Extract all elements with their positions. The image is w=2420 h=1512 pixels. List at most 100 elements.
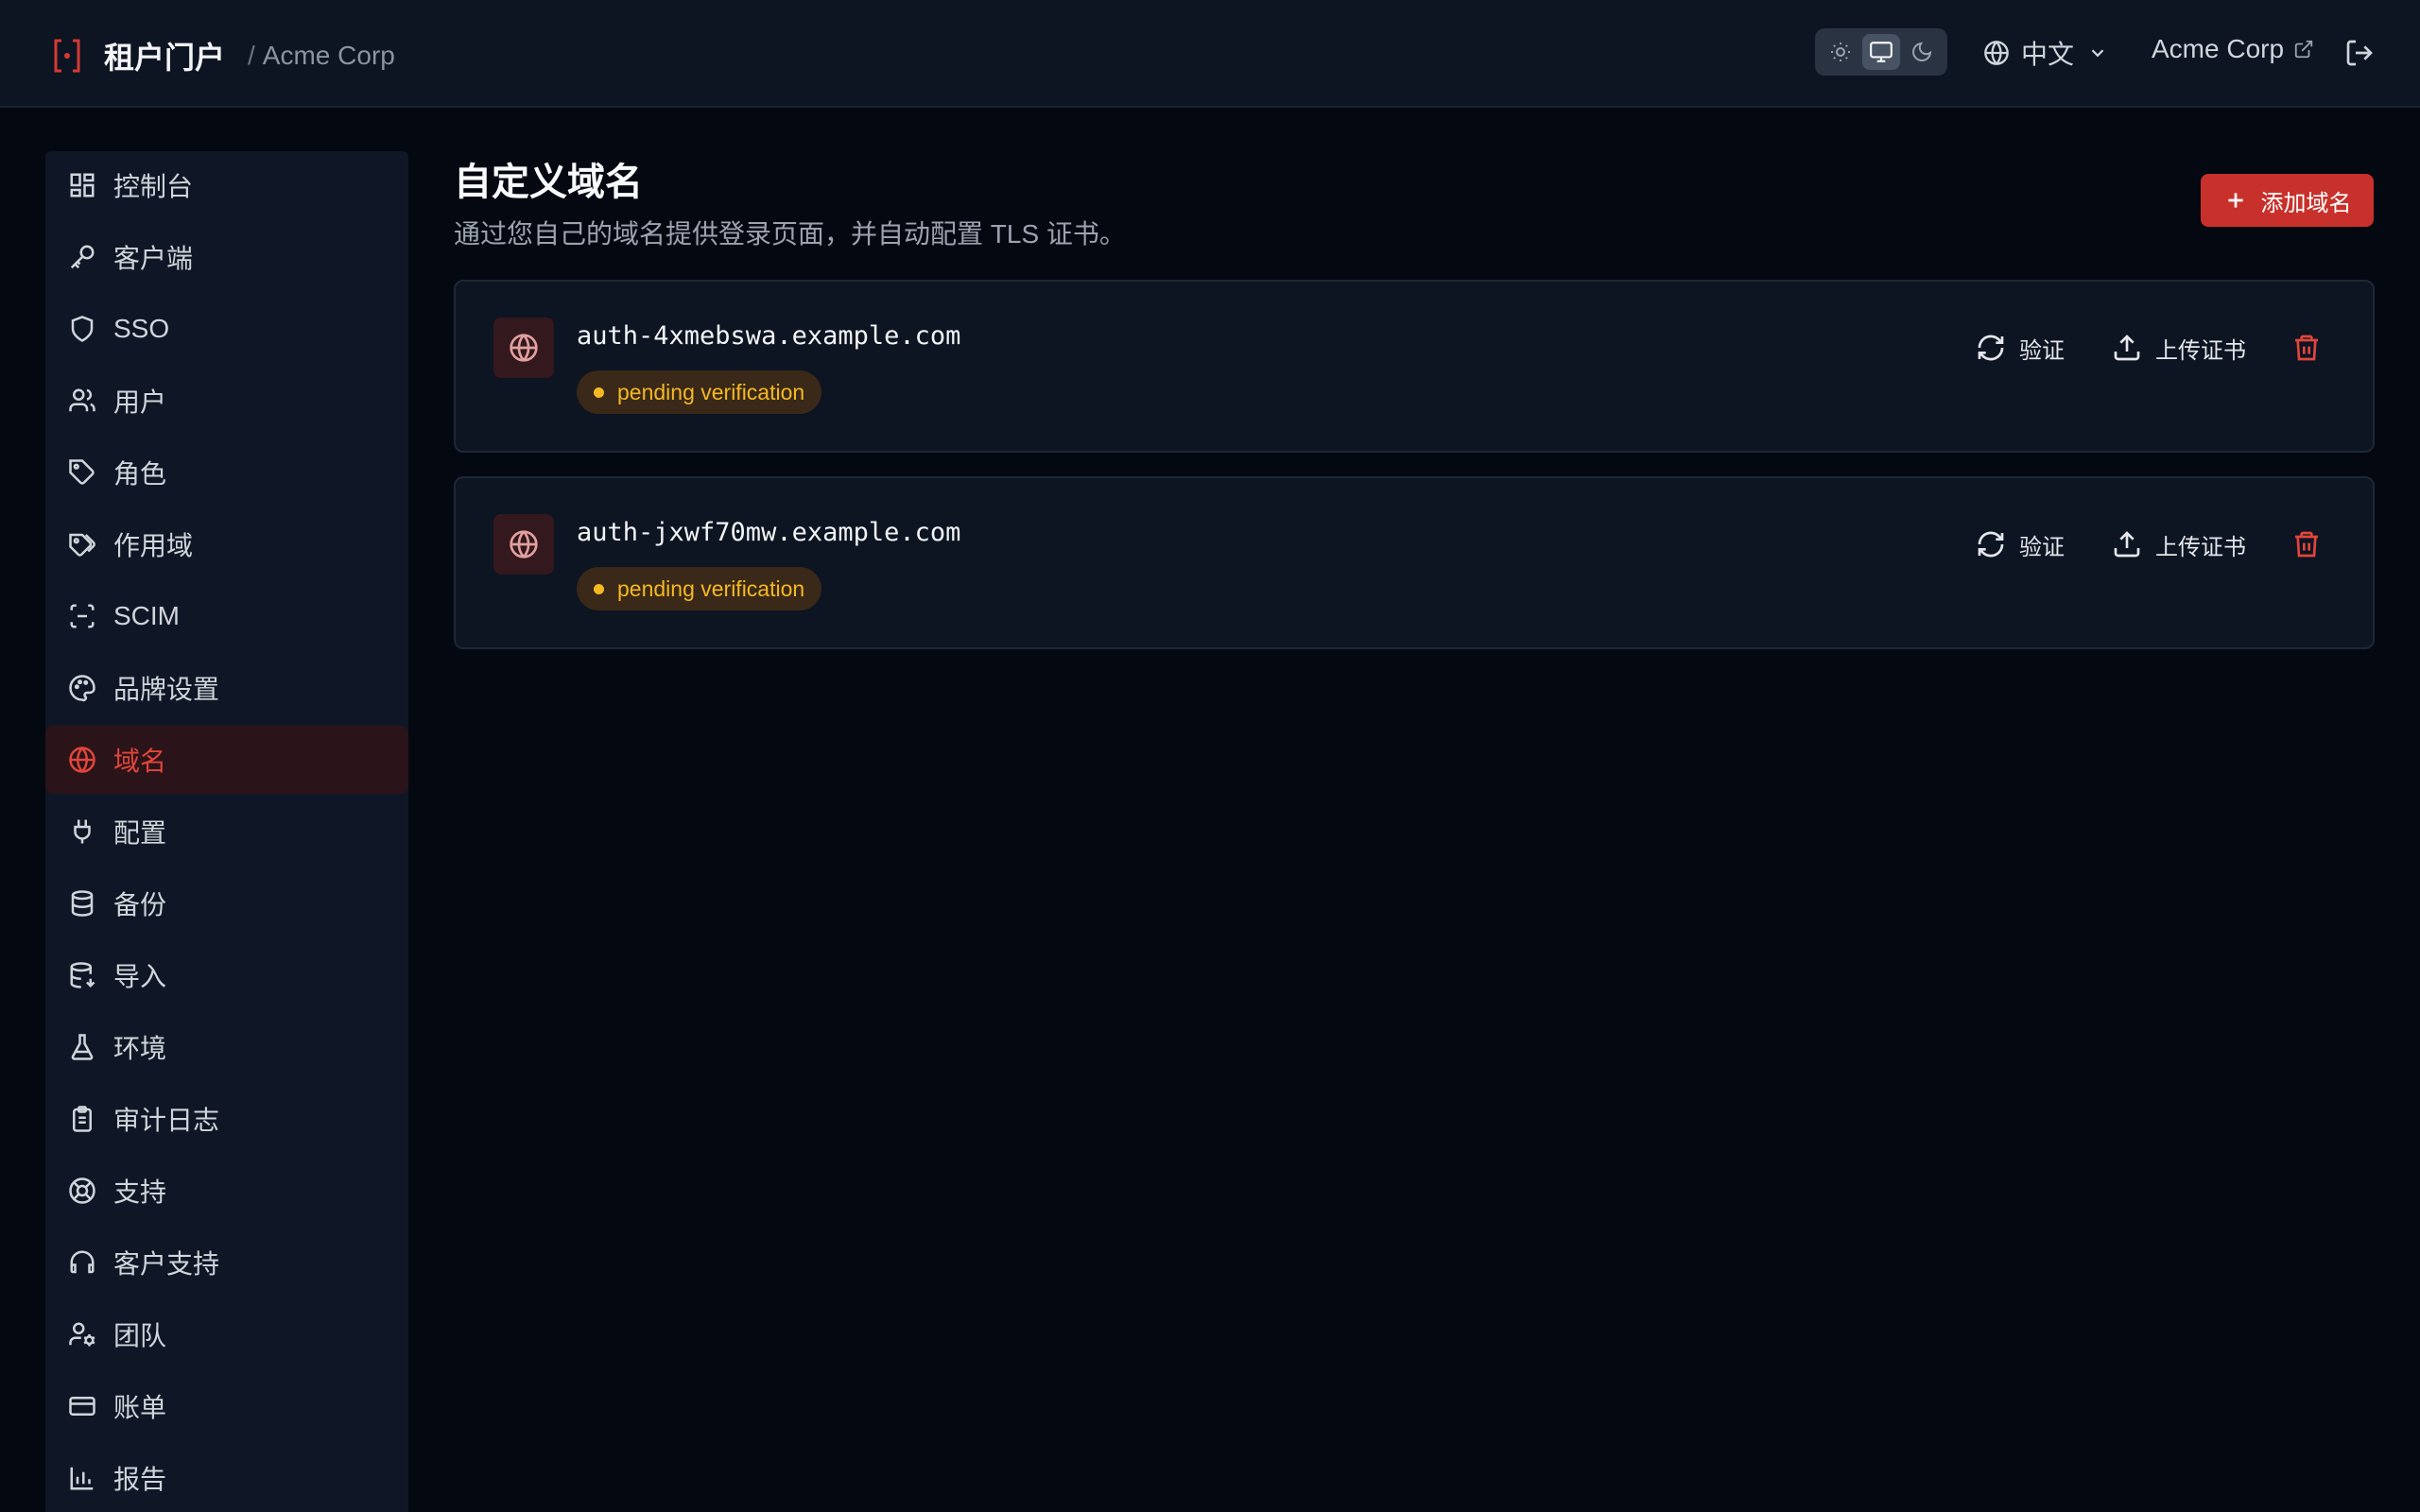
headset-icon <box>70 1250 95 1274</box>
status-dot <box>594 583 604 594</box>
external-link-icon <box>2294 40 2313 59</box>
sidebar: 控制台 客户端 SSO 用户 角色 作用域 SCIM 品牌设置 域名 配置 备份 <box>45 151 408 1512</box>
breadcrumb-separator: / <box>248 41 255 70</box>
domain-name: auth-jxwf70mw.example.com <box>577 518 961 547</box>
globe-icon <box>1984 41 2009 65</box>
page-title: 自定义域名 <box>454 162 643 203</box>
delete-domain-button[interactable] <box>2291 525 2335 563</box>
flask-icon <box>71 1034 94 1060</box>
users-icon <box>69 388 95 412</box>
status-dot <box>594 387 604 398</box>
sidebar-item-support[interactable]: 支持 <box>45 1157 408 1225</box>
trash-icon <box>2295 531 2318 558</box>
theme-dark-button[interactable] <box>1903 34 1941 70</box>
theme-light-button[interactable] <box>1822 34 1859 70</box>
status-badge: pending verification <box>577 567 822 610</box>
delete-domain-button[interactable] <box>2291 329 2335 367</box>
page-subtitle: 通过您自己的域名提供登录页面，并自动配置 TLS 证书。 <box>454 219 1126 249</box>
sidebar-item-import[interactable]: 导入 <box>45 941 408 1009</box>
sidebar-item-label: 品牌设置 <box>113 675 220 704</box>
sidebar-item-domains[interactable]: 域名 <box>45 726 408 794</box>
upload-label: 上传证书 <box>2155 337 2246 364</box>
sidebar-item-label: 作用域 <box>113 531 194 560</box>
sidebar-item-customer-support[interactable]: 客户支持 <box>45 1228 408 1297</box>
domain-card: auth-4xmebswa.example.com pending verifi… <box>454 280 2375 453</box>
sidebar-item-label: 支持 <box>113 1177 167 1207</box>
clipboard-icon <box>73 1106 92 1132</box>
status-label: pending verification <box>617 576 805 601</box>
sidebar-item-team[interactable]: 团队 <box>45 1300 408 1368</box>
sidebar-item-dashboard[interactable]: 控制台 <box>45 151 408 219</box>
domain-globe-badge <box>493 318 554 378</box>
globe-icon <box>510 530 538 558</box>
sidebar-item-roles[interactable]: 角色 <box>45 438 408 507</box>
sidebar-item-config[interactable]: 配置 <box>45 798 408 866</box>
sidebar-item-sso[interactable]: SSO <box>45 295 408 363</box>
sidebar-item-label: 域名 <box>113 747 167 776</box>
verify-label: 验证 <box>2019 534 2065 560</box>
sidebar-item-audit-log[interactable]: 审计日志 <box>45 1085 408 1153</box>
sidebar-item-label: 备份 <box>113 890 167 919</box>
upload-label: 上传证书 <box>2155 534 2246 560</box>
sidebar-item-label: 控制台 <box>113 172 194 201</box>
monitor-icon <box>1870 42 1893 62</box>
verify-button[interactable]: 验证 <box>1976 525 2065 563</box>
org-link-label: Acme Corp <box>2152 34 2285 63</box>
upload-icon <box>2114 531 2140 558</box>
lifebuoy-icon <box>69 1177 95 1204</box>
top-header: 租户门户 / Acme Corp 中文 Acme Corp <box>0 0 2420 108</box>
logout-button[interactable] <box>2344 38 2375 73</box>
upload-certificate-button[interactable]: 上传证书 <box>2112 525 2246 563</box>
domain-card: auth-jxwf70mw.example.com pending verifi… <box>454 476 2375 649</box>
chevron-down-icon <box>2091 49 2104 58</box>
domain-name: auth-4xmebswa.example.com <box>577 321 961 351</box>
dashboard-icon <box>70 173 95 198</box>
sidebar-item-environment[interactable]: 环境 <box>45 1013 408 1081</box>
credit-card-icon <box>69 1397 95 1416</box>
logout-icon <box>2346 40 2373 66</box>
theme-system-button[interactable] <box>1861 34 1900 70</box>
sidebar-item-label: SCIM <box>113 601 180 630</box>
plug-icon <box>74 819 91 844</box>
refresh-icon <box>1978 335 2004 361</box>
org-external-link[interactable]: Acme Corp <box>2152 34 2314 64</box>
database-icon <box>71 890 94 917</box>
tag-icon <box>69 459 95 485</box>
upload-certificate-button[interactable]: 上传证书 <box>2112 329 2246 367</box>
upload-icon <box>2114 335 2140 361</box>
add-domain-button[interactable]: 添加域名 <box>2201 174 2374 227</box>
shield-icon <box>71 316 94 342</box>
sidebar-item-scopes[interactable]: 作用域 <box>45 510 408 578</box>
sidebar-item-label: 环境 <box>113 1034 167 1063</box>
scan-icon <box>70 604 95 628</box>
sidebar-item-label: 团队 <box>113 1321 167 1350</box>
bar-chart-icon <box>70 1467 94 1490</box>
database-import-icon <box>70 962 95 988</box>
refresh-icon <box>1978 531 2004 558</box>
sidebar-item-label: 配置 <box>113 818 167 848</box>
sidebar-item-branding[interactable]: 品牌设置 <box>45 654 408 722</box>
sidebar-item-label: 角色 <box>113 459 167 489</box>
brand-logo-icon <box>54 39 80 73</box>
sidebar-item-scim[interactable]: SCIM <box>45 582 408 650</box>
sidebar-item-reports[interactable]: 报告 <box>45 1444 408 1512</box>
globe-icon <box>69 747 95 773</box>
sidebar-item-label: 用户 <box>113 387 167 417</box>
sidebar-item-clients[interactable]: 客户端 <box>45 223 408 291</box>
language-selector[interactable]: 中文 <box>1983 34 2108 72</box>
sun-icon <box>1831 43 1851 61</box>
app-title: 租户门户 <box>104 41 226 75</box>
sidebar-item-billing[interactable]: 账单 <box>45 1372 408 1440</box>
theme-toggle <box>1815 28 1947 76</box>
brand[interactable]: 租户门户 / Acme Corp <box>53 34 395 77</box>
sidebar-item-users[interactable]: 用户 <box>45 367 408 435</box>
sidebar-item-backup[interactable]: 备份 <box>45 869 408 937</box>
key-icon <box>70 245 95 269</box>
language-label: 中文 <box>2021 40 2075 69</box>
tags-icon <box>69 533 95 557</box>
globe-icon <box>510 334 538 362</box>
verify-button[interactable]: 验证 <box>1976 329 2065 367</box>
sidebar-item-label: 账单 <box>113 1393 167 1422</box>
plus-icon <box>2227 193 2243 208</box>
sidebar-item-label: 审计日志 <box>113 1106 220 1135</box>
